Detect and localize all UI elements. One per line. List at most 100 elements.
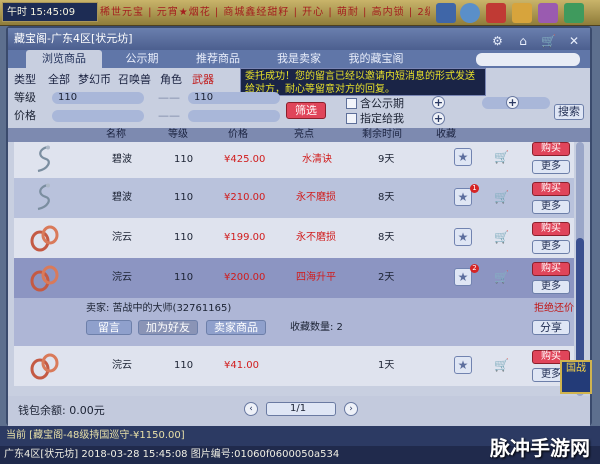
fav-count: 收藏数量: 2 xyxy=(290,322,343,333)
wallet-balance: 钱包余额: 0.00元 xyxy=(18,404,105,417)
item-price: ¥425.00 xyxy=(224,154,266,165)
home-icon[interactable]: ⌂ xyxy=(515,33,531,49)
buy-button[interactable]: 购买 xyxy=(532,182,570,196)
star-icon[interactable]: ★ xyxy=(454,188,472,206)
menu-icon-3[interactable] xyxy=(538,3,558,23)
cart-icon[interactable]: 🛒 xyxy=(494,190,512,204)
treasure-pavilion-window: 藏宝阁-广东4区[状元坊] ⚙ ⌂ 🛒 ✕ 浏览商品 公示期 推荐商品 我是卖家… xyxy=(6,26,592,426)
settings-icon[interactable]: ⚙ xyxy=(490,33,506,49)
cart-icon[interactable]: 🛒 xyxy=(494,270,512,284)
header-remaining: 剩余时间 xyxy=(362,129,402,140)
item-time: 8天 xyxy=(378,232,395,243)
tab-seller[interactable]: 我是卖家 xyxy=(264,50,334,68)
item-name: 浣云 xyxy=(112,272,132,283)
table-row[interactable]: 浣云 110 ¥199.00 永不磨损 8天 ★ 🛒 购买 更多 xyxy=(14,218,574,258)
menu-icon-2[interactable] xyxy=(512,3,532,23)
table-header: 名称 等级 价格 亮点 剩余时间 收藏 xyxy=(8,128,590,142)
buy-button[interactable]: 购买 xyxy=(532,262,570,276)
add-filter-icon-2[interactable]: + xyxy=(506,96,519,109)
next-page-icon[interactable]: › xyxy=(344,402,358,416)
cart-icon[interactable]: 🛒 xyxy=(494,150,512,164)
price-max-input[interactable] xyxy=(188,110,280,122)
table-row[interactable]: 碧波 110 ¥425.00 水清诀 9天 ★ 🛒 购买 更多 xyxy=(14,142,574,178)
cart-icon[interactable]: 🛒 xyxy=(494,230,512,244)
header-highlight: 亮点 xyxy=(294,129,314,140)
tab-search-input[interactable] xyxy=(476,53,580,66)
more-button[interactable]: 更多 xyxy=(532,280,570,294)
assign-only-checkbox[interactable] xyxy=(346,113,357,124)
cart-icon[interactable]: 🛒 xyxy=(494,358,512,372)
more-button[interactable]: 更多 xyxy=(532,200,570,214)
table-row-selected[interactable]: 浣云 110 ¥200.00 四海升平 2天 ★ 2 🛒 购买 更多 xyxy=(14,258,574,298)
seller-label: 卖家: 苦战中的大师(32761165) xyxy=(86,303,232,314)
type-label: 类型 xyxy=(14,73,36,86)
item-level: 110 xyxy=(174,154,194,165)
item-name: 浣云 xyxy=(112,360,132,371)
side-badge[interactable]: 国战 xyxy=(560,360,592,394)
tab-my-pavilion[interactable]: 我的藏宝阁 xyxy=(338,50,414,68)
seller-goods-button[interactable]: 卖家商品 xyxy=(206,320,266,335)
more-button[interactable]: 更多 xyxy=(532,240,570,254)
close-icon[interactable]: ✕ xyxy=(566,33,582,49)
table-row[interactable]: 浣云 110 ¥41.00 1天 ★ 🛒 购买 更多 xyxy=(14,346,574,386)
fav-count-badge: 2 xyxy=(470,264,479,273)
more-button[interactable]: 更多 xyxy=(532,160,570,174)
category-gold[interactable]: 梦幻币 xyxy=(78,72,111,88)
item-price: ¥200.00 xyxy=(224,272,266,283)
reject-bargain[interactable]: 拒绝还价 xyxy=(534,302,574,316)
item-trait: 永不磨损 xyxy=(296,192,336,203)
include-public-checkbox[interactable] xyxy=(346,98,357,109)
level-separator: —— xyxy=(158,91,180,104)
add-friend-button[interactable]: 加为好友 xyxy=(138,320,198,335)
item-price: ¥210.00 xyxy=(224,192,266,203)
menu-icon-4[interactable] xyxy=(564,3,584,23)
table-row[interactable]: 碧波 110 ¥210.00 永不磨损 8天 ★ 1 🛒 购买 更多 xyxy=(14,178,574,218)
ring-item-icon xyxy=(30,225,59,252)
category-pet[interactable]: 召唤兽 xyxy=(118,72,151,88)
category-role[interactable]: 角色 xyxy=(160,72,182,88)
cart-icon[interactable]: 🛒 xyxy=(541,33,557,49)
price-label: 价格 xyxy=(14,109,36,122)
minimap-icon[interactable] xyxy=(436,3,456,23)
item-list: 碧波 110 ¥425.00 水清诀 9天 ★ 🛒 购买 更多 碧波 110 ¥… xyxy=(14,142,574,396)
header-level: 等级 xyxy=(168,129,188,140)
star-icon[interactable]: ★ xyxy=(454,268,472,286)
star-icon[interactable]: ★ xyxy=(454,356,472,374)
buy-button[interactable]: 购买 xyxy=(532,142,570,156)
star-icon[interactable]: ★ xyxy=(454,228,472,246)
buy-button[interactable]: 购买 xyxy=(532,222,570,236)
level-min-value: 110 xyxy=(58,92,78,103)
item-level: 110 xyxy=(174,360,194,371)
level-label: 等级 xyxy=(14,91,36,104)
header-price: 价格 xyxy=(228,129,248,140)
tab-browse[interactable]: 浏览商品 xyxy=(26,50,102,68)
tab-bar: 浏览商品 公示期 推荐商品 我是卖家 我的藏宝阁 xyxy=(8,50,590,68)
category-weapon[interactable]: 武器 xyxy=(192,72,214,88)
add-filter-icon-3[interactable]: + xyxy=(432,112,445,125)
price-row: 价格 —— xyxy=(14,108,294,124)
prev-page-icon[interactable]: ‹ xyxy=(244,402,258,416)
tab-recommended[interactable]: 推荐商品 xyxy=(180,50,256,68)
item-time: 8天 xyxy=(378,192,395,203)
star-icon[interactable]: ★ xyxy=(454,148,472,166)
header-fav: 收藏 xyxy=(436,129,456,140)
assign-only-label: 指定给我 xyxy=(360,112,404,125)
item-price: ¥41.00 xyxy=(224,360,259,371)
search-button[interactable]: 搜索 xyxy=(554,104,584,120)
item-level: 110 xyxy=(174,272,194,283)
item-price: ¥199.00 xyxy=(224,232,266,243)
fav-count-badge: 1 xyxy=(470,184,479,193)
window-title: 藏宝阁-广东4区[状元坊] xyxy=(14,32,133,45)
item-level: 110 xyxy=(174,192,194,203)
tab-public[interactable]: 公示期 xyxy=(112,50,172,68)
whip-item-icon xyxy=(37,145,50,173)
header-name: 名称 xyxy=(106,129,126,140)
seller-detail: 卖家: 苦战中的大师(32761165) 拒绝还价 留言 加为好友 卖家商品 收… xyxy=(14,298,574,346)
price-min-input[interactable] xyxy=(52,110,144,122)
category-all[interactable]: 全部 xyxy=(48,72,70,88)
menu-icon-1[interactable] xyxy=(486,3,506,23)
message-button[interactable]: 留言 xyxy=(86,320,132,335)
share-button[interactable]: 分享 xyxy=(532,320,570,335)
add-filter-icon[interactable]: + xyxy=(432,96,445,109)
compass-icon[interactable] xyxy=(460,3,480,23)
